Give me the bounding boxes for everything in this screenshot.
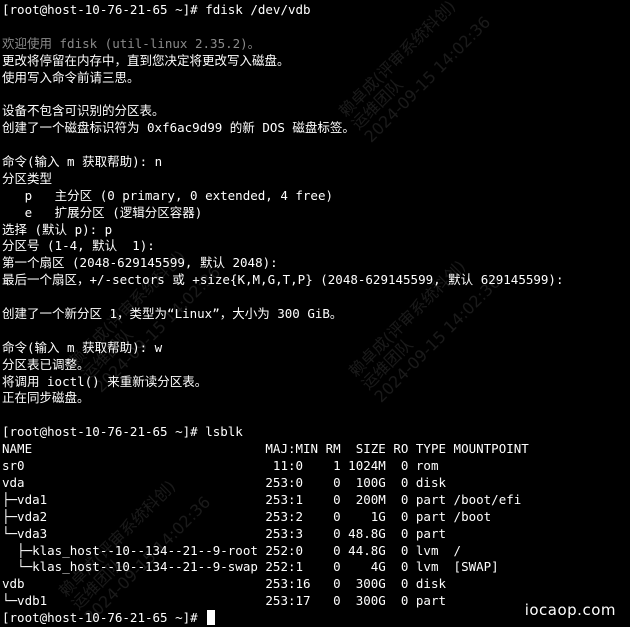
terminal-line: 将调用 ioctl() 来重新读分区表。 <box>2 373 208 389</box>
terminal-line: └─vda3 253:3 0 48.8G 0 part <box>2 525 447 541</box>
terminal-line: 命令(输入 m 获取帮助): n <box>2 154 163 170</box>
terminal-line: vdb 253:16 0 300G 0 disk <box>2 576 447 592</box>
terminal-line: 最后一个扇区，+/-sectors 或 +size{K,M,G,T,P} (20… <box>2 272 564 288</box>
terminal-line: 第一个扇区 (2048-629145599, 默认 2048): <box>2 255 278 271</box>
prompt-text: [root@host-10-76-21-65 ~]# <box>2 610 206 626</box>
terminal-line: 欢迎使用 fdisk (util-linux 2.35.2)。 <box>2 35 261 51</box>
terminal-line: ├─klas_host--10--134--21--9-root 252:0 0… <box>2 542 462 558</box>
terminal-window[interactable]: [root@host-10-76-21-65 ~]# fdisk /dev/vd… <box>0 0 630 627</box>
terminal-line: ├─vda1 253:1 0 200M 0 part /boot/efi <box>2 491 522 507</box>
terminal-line: ├─vda2 253:2 0 1G 0 part /boot <box>2 508 492 524</box>
terminal-line: 选择 (默认 p): p <box>2 221 113 237</box>
terminal-line: 更改将停留在内存中，直到您决定将更改写入磁盘。 <box>2 52 290 68</box>
terminal-line: 正在同步磁盘。 <box>2 390 90 406</box>
text-cursor <box>207 610 216 626</box>
terminal-line: └─vdb1 253:17 0 300G 0 part <box>2 593 447 609</box>
terminal-line: 使用写入命令前请三思。 <box>2 69 140 85</box>
terminal-line: └─klas_host--10--134--21--9-swap 252:1 0… <box>2 559 499 575</box>
terminal-line: p 主分区 (0 primary, 0 extended, 4 free) <box>2 187 333 203</box>
terminal-line: 命令(输入 m 获取帮助): w <box>2 339 163 355</box>
terminal-line: NAME MAJ:MIN RM SIZE RO TYPE MOUNTPOINT <box>2 441 529 457</box>
terminal-output: [root@host-10-76-21-65 ~]# fdisk /dev/vd… <box>2 2 630 610</box>
terminal-line: 创建了一个磁盘标识符为 0xf6ac9d99 的新 DOS 磁盘标签。 <box>2 120 355 136</box>
terminal-line: 创建了一个新分区 1，类型为“Linux”，大小为 300 GiB。 <box>2 306 343 322</box>
terminal-line: [root@host-10-76-21-65 ~]# lsblk <box>2 424 243 440</box>
terminal-line: 分区号 (1-4, 默认 1): <box>2 238 155 254</box>
terminal-line: 分区表已调整。 <box>2 356 90 372</box>
terminal-line: 设备不包含可识别的分区表。 <box>2 103 165 119</box>
terminal-line: e 扩展分区 (逻辑分区容器) <box>2 204 203 220</box>
terminal-line: 分区类型 <box>2 170 53 186</box>
prompt-line[interactable]: [root@host-10-76-21-65 ~]# <box>2 610 630 627</box>
terminal-line: vda 253:0 0 100G 0 disk <box>2 474 447 490</box>
terminal-line: [root@host-10-76-21-65 ~]# fdisk /dev/vd… <box>2 2 311 17</box>
terminal-line: sr0 11:0 1 1024M 0 rom <box>2 458 439 474</box>
